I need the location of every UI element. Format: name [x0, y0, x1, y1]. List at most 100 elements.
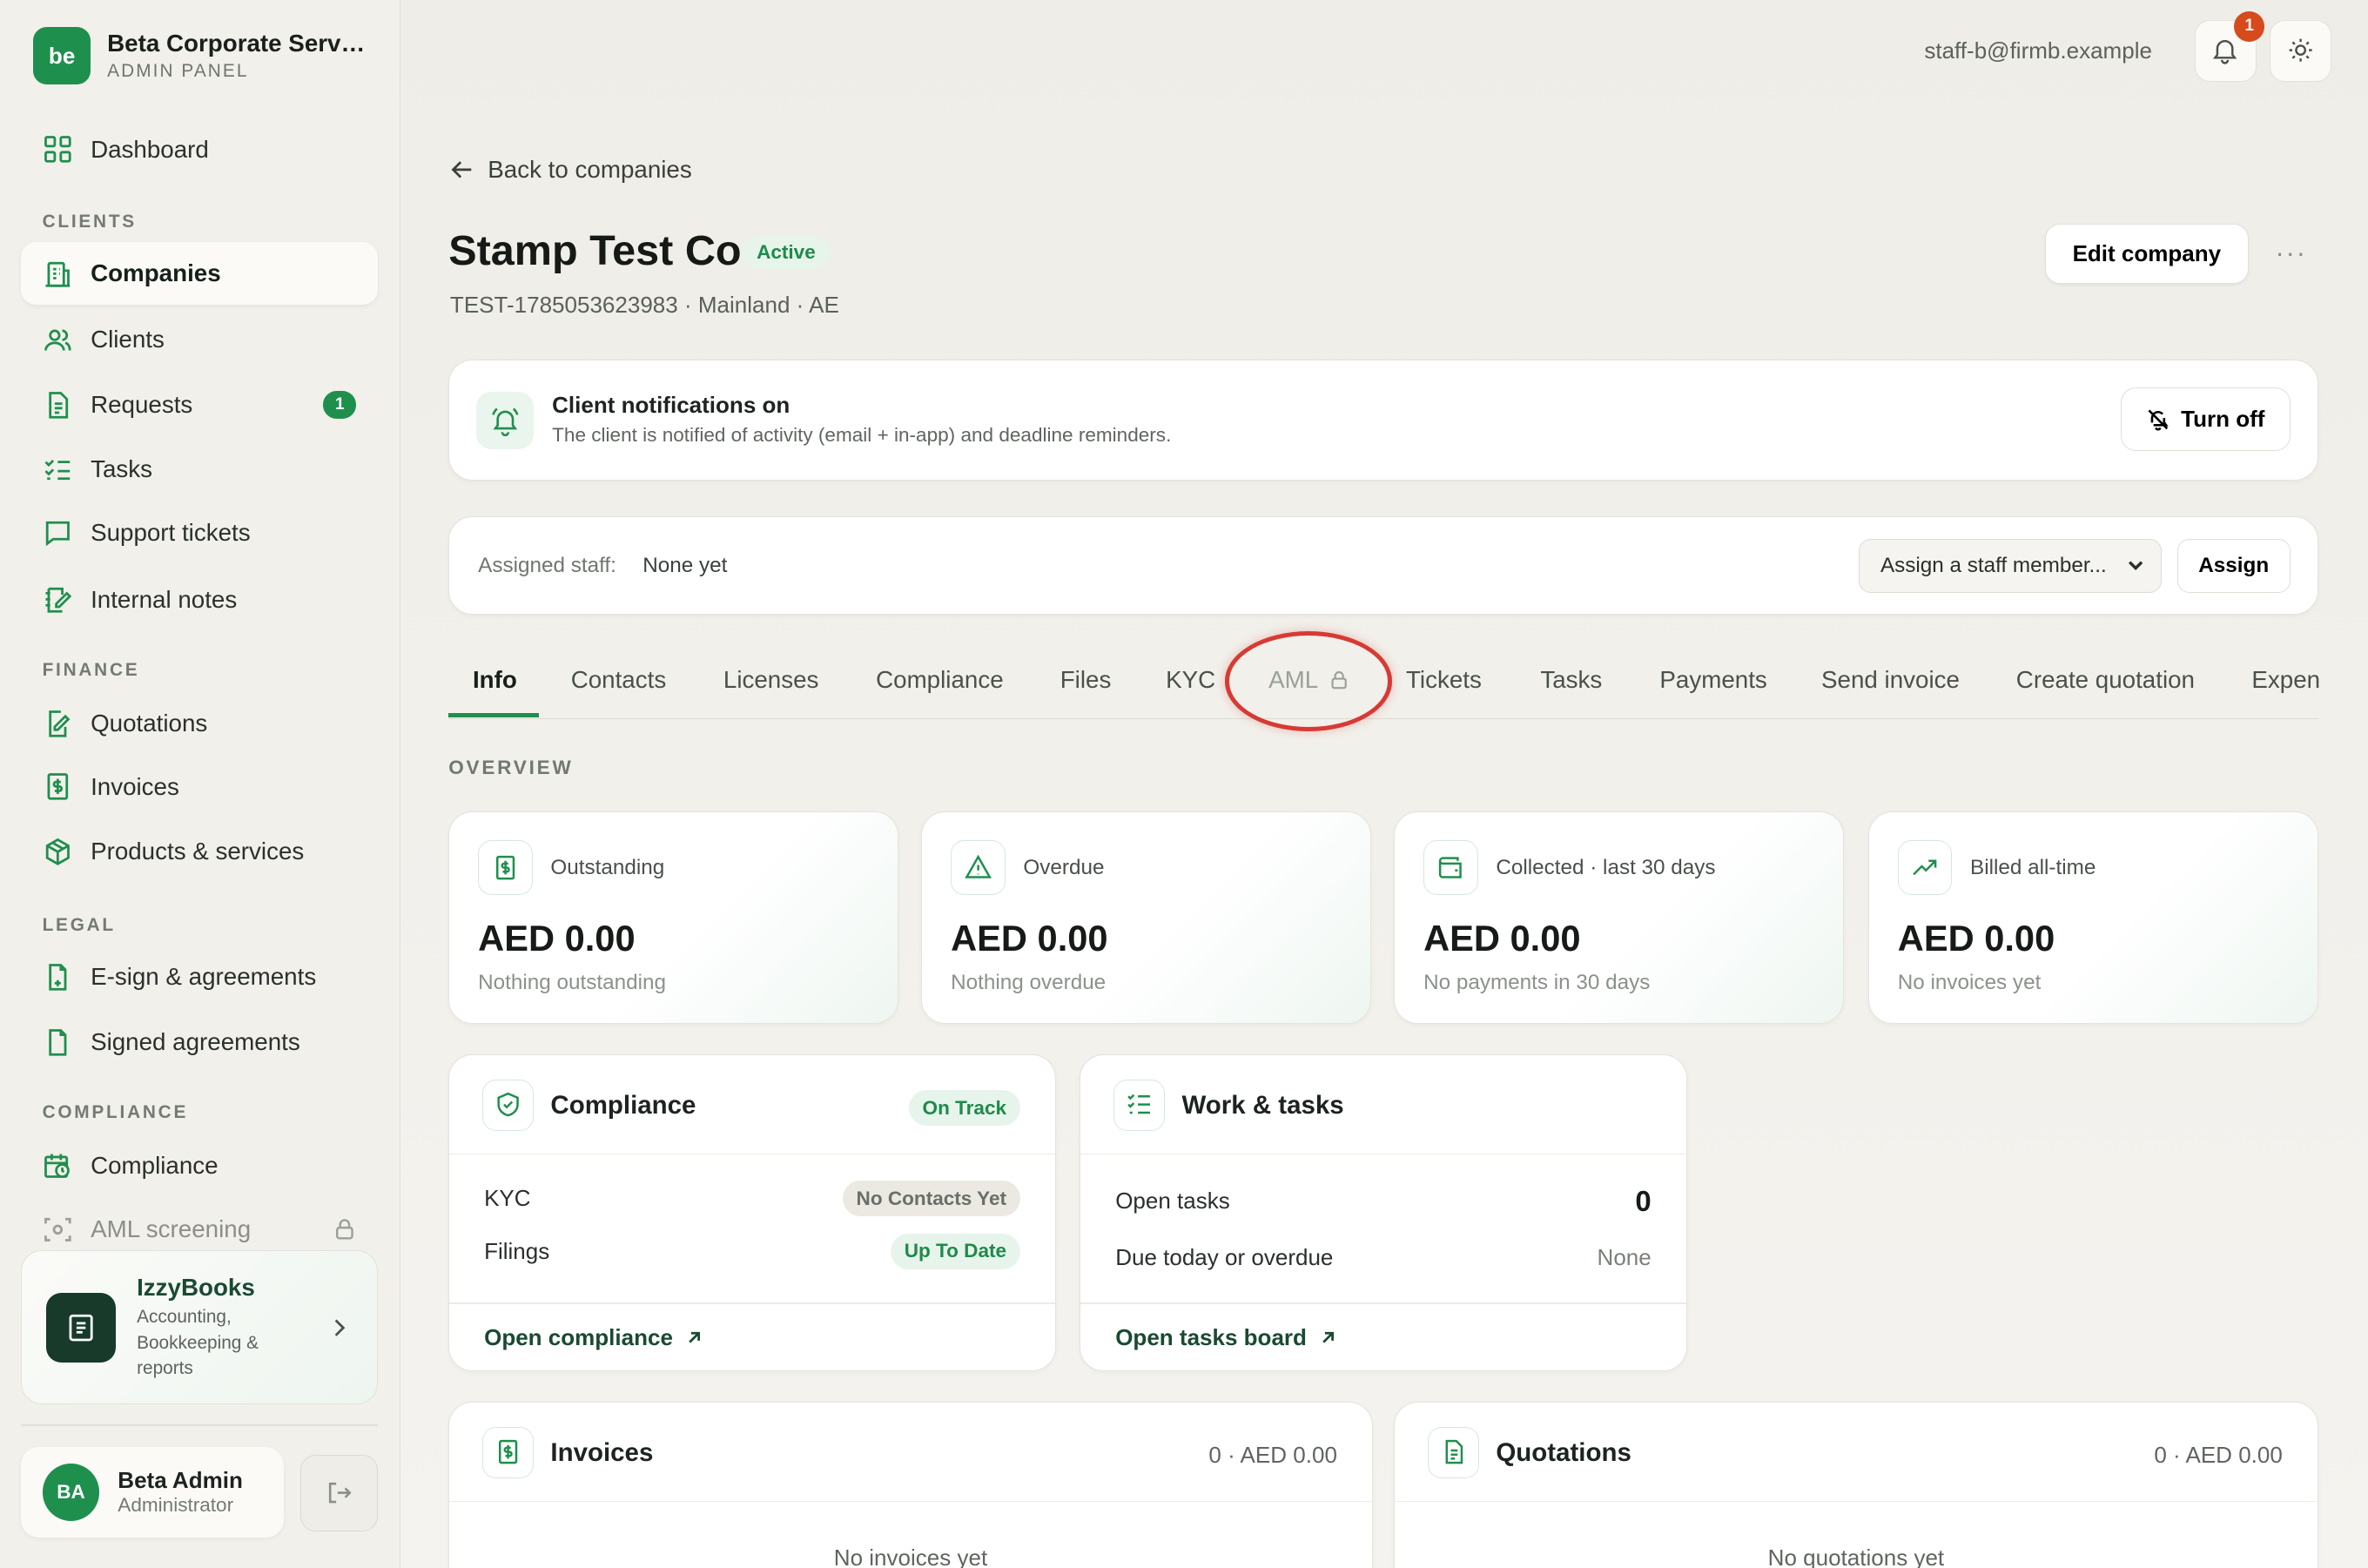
document-icon: [1428, 1426, 1480, 1478]
quotations-panel: Quotations 0 · AED 0.00 No quotations ye…: [1394, 1401, 2318, 1568]
sidebar-item-label: Internal notes: [91, 585, 238, 613]
sidebar-item-internal-notes[interactable]: Internal notes: [21, 568, 377, 631]
tab-send-invoice[interactable]: Send invoice: [1821, 666, 1960, 694]
avatar: BA: [42, 1463, 100, 1521]
nav-section-clients: CLIENTS: [42, 211, 137, 232]
tab-payments[interactable]: Payments: [1659, 666, 1766, 694]
row-label: Open tasks: [1115, 1188, 1230, 1215]
tab-create-quotation[interactable]: Create quotation: [2016, 666, 2195, 694]
sidebar-item-invoices[interactable]: Invoices: [21, 755, 377, 818]
edit-company-button[interactable]: Edit company: [2044, 223, 2249, 285]
staff-select-value: Assign a staff member...: [1880, 553, 2107, 577]
assigned-staff-label: Assigned staff:: [478, 553, 616, 577]
sun-icon: [2287, 37, 2314, 64]
divider: [21, 1423, 378, 1426]
stat-value: AED 0.00: [951, 917, 1108, 959]
overview-label: OVERVIEW: [448, 757, 574, 779]
note-icon: [43, 584, 73, 615]
back-to-companies-link[interactable]: Back to companies: [450, 156, 692, 184]
work-tasks-panel: Work & tasks Open tasks 0 Due today or o…: [1080, 1053, 1687, 1372]
tab-licenses[interactable]: Licenses: [723, 666, 819, 694]
staff-member-select[interactable]: Assign a staff member...: [1858, 538, 2163, 593]
user-card[interactable]: BA Beta Admin Administrator: [21, 1446, 285, 1538]
tab-expenses[interactable]: Expen: [2251, 666, 2320, 694]
invoices-summary: 0 · AED 0.00: [1208, 1441, 1337, 1468]
tab-files[interactable]: Files: [1060, 666, 1112, 694]
file-check-icon: [43, 1027, 73, 1058]
sidebar-item-label: Clients: [91, 326, 165, 353]
brand[interactable]: be Beta Corporate Servi... ADMIN PANEL: [33, 27, 367, 85]
stat-label: Overdue: [1023, 855, 1105, 879]
tab-compliance[interactable]: Compliance: [876, 666, 1004, 694]
divider: [1080, 1302, 1686, 1305]
stat-value: AED 0.00: [1897, 917, 2055, 959]
sidebar-item-label: AML screening: [91, 1215, 252, 1243]
status-badge: No Contacts Yet: [842, 1180, 1020, 1217]
sidebar-item-compliance[interactable]: Compliance: [21, 1134, 377, 1198]
panel-title: Work & tasks: [1181, 1091, 1344, 1120]
shield-icon: [482, 1079, 535, 1131]
page-title: Stamp Test Co: [448, 227, 742, 275]
sidebar-item-requests[interactable]: Requests 1: [21, 373, 377, 436]
invoices-panel: Invoices 0 · AED 0.00 No invoices yet: [448, 1401, 1373, 1568]
sidebar-item-support-tickets[interactable]: Support tickets: [21, 501, 377, 565]
user-role: Administrator: [118, 1494, 234, 1517]
brand-name: Beta Corporate Servi...: [107, 30, 367, 57]
tab-tasks[interactable]: Tasks: [1540, 666, 1602, 694]
turn-off-notifications-button[interactable]: Turn off: [2121, 387, 2291, 451]
sidebar-item-label: Products & services: [91, 838, 305, 865]
sidebar-item-products-services[interactable]: Products & services: [21, 820, 377, 884]
row-label: Due today or overdue: [1115, 1243, 1334, 1270]
divider: [1395, 1500, 2318, 1503]
sidebar-item-label: Support tickets: [91, 519, 251, 547]
theme-toggle-button[interactable]: [2270, 19, 2332, 82]
assign-button[interactable]: Assign: [2176, 538, 2291, 593]
sidebar-item-label: Compliance: [91, 1152, 219, 1180]
list-check-icon: [1113, 1079, 1166, 1131]
lock-icon: [333, 1217, 357, 1242]
dollar-document-icon: [43, 771, 73, 802]
divider: [449, 1302, 1055, 1305]
sidebar-item-quotations[interactable]: Quotations: [21, 691, 377, 755]
assigned-staff-card: Assigned staff: None yet Assign a staff …: [448, 516, 2318, 616]
logout-button[interactable]: [300, 1454, 378, 1531]
main-content: staff-b@firmb.example 1 Back to companie…: [400, 0, 2368, 1568]
file-sign-icon: [43, 962, 73, 993]
tab-aml[interactable]: AML: [1268, 666, 1349, 694]
more-options-icon[interactable]: ···: [2270, 236, 2312, 273]
sidebar-item-tasks[interactable]: Tasks: [21, 438, 377, 501]
arrow-left-icon: [450, 158, 474, 182]
empty-state: No quotations yet: [1767, 1544, 1945, 1568]
sidebar-item-companies[interactable]: Companies: [21, 241, 378, 306]
brand-logo: be: [33, 27, 91, 85]
notifications-button[interactable]: 1: [2194, 11, 2265, 82]
sidebar-item-esign[interactable]: E-sign & agreements: [21, 946, 377, 1009]
open-tasks-board-link[interactable]: Open tasks board: [1115, 1324, 1336, 1351]
sidebar-item-signed-agreements[interactable]: Signed agreements: [21, 1011, 377, 1074]
user-email: staff-b@firmb.example: [1924, 37, 2152, 64]
arrow-up-right-icon: [1319, 1329, 1337, 1347]
stat-subtext: Nothing overdue: [951, 970, 1107, 994]
promo-description: Accounting, Bookkeeping & reports: [137, 1307, 259, 1379]
divider: [1080, 1153, 1686, 1155]
brand-subtitle: ADMIN PANEL: [107, 60, 249, 81]
open-compliance-link[interactable]: Open compliance: [484, 1324, 703, 1351]
tab-info[interactable]: Info: [473, 666, 517, 694]
back-label: Back to companies: [488, 155, 692, 183]
tab-contacts[interactable]: Contacts: [571, 666, 667, 694]
logout-icon: [326, 1479, 353, 1506]
status-badge: Up To Date: [891, 1233, 1020, 1270]
due-today-value: None: [1597, 1243, 1652, 1270]
sidebar-item-dashboard[interactable]: Dashboard: [21, 118, 377, 181]
izzybooks-promo-card[interactable]: IzzyBooks Accounting, Bookkeeping & repo…: [21, 1250, 378, 1405]
sidebar-item-clients[interactable]: Clients: [21, 308, 377, 372]
bell-icon: [2211, 37, 2238, 64]
sidebar-item-label: Invoices: [91, 772, 179, 800]
arrow-up-right-icon: [685, 1329, 703, 1347]
tab-kyc[interactable]: KYC: [1166, 666, 1215, 694]
document-icon: [43, 390, 73, 421]
dollar-document-icon: [482, 1426, 535, 1478]
sidebar: be Beta Corporate Servi... ADMIN PANEL D…: [0, 0, 400, 1568]
tab-tickets[interactable]: Tickets: [1406, 666, 1482, 694]
panel-title: Quotations: [1496, 1438, 1631, 1468]
